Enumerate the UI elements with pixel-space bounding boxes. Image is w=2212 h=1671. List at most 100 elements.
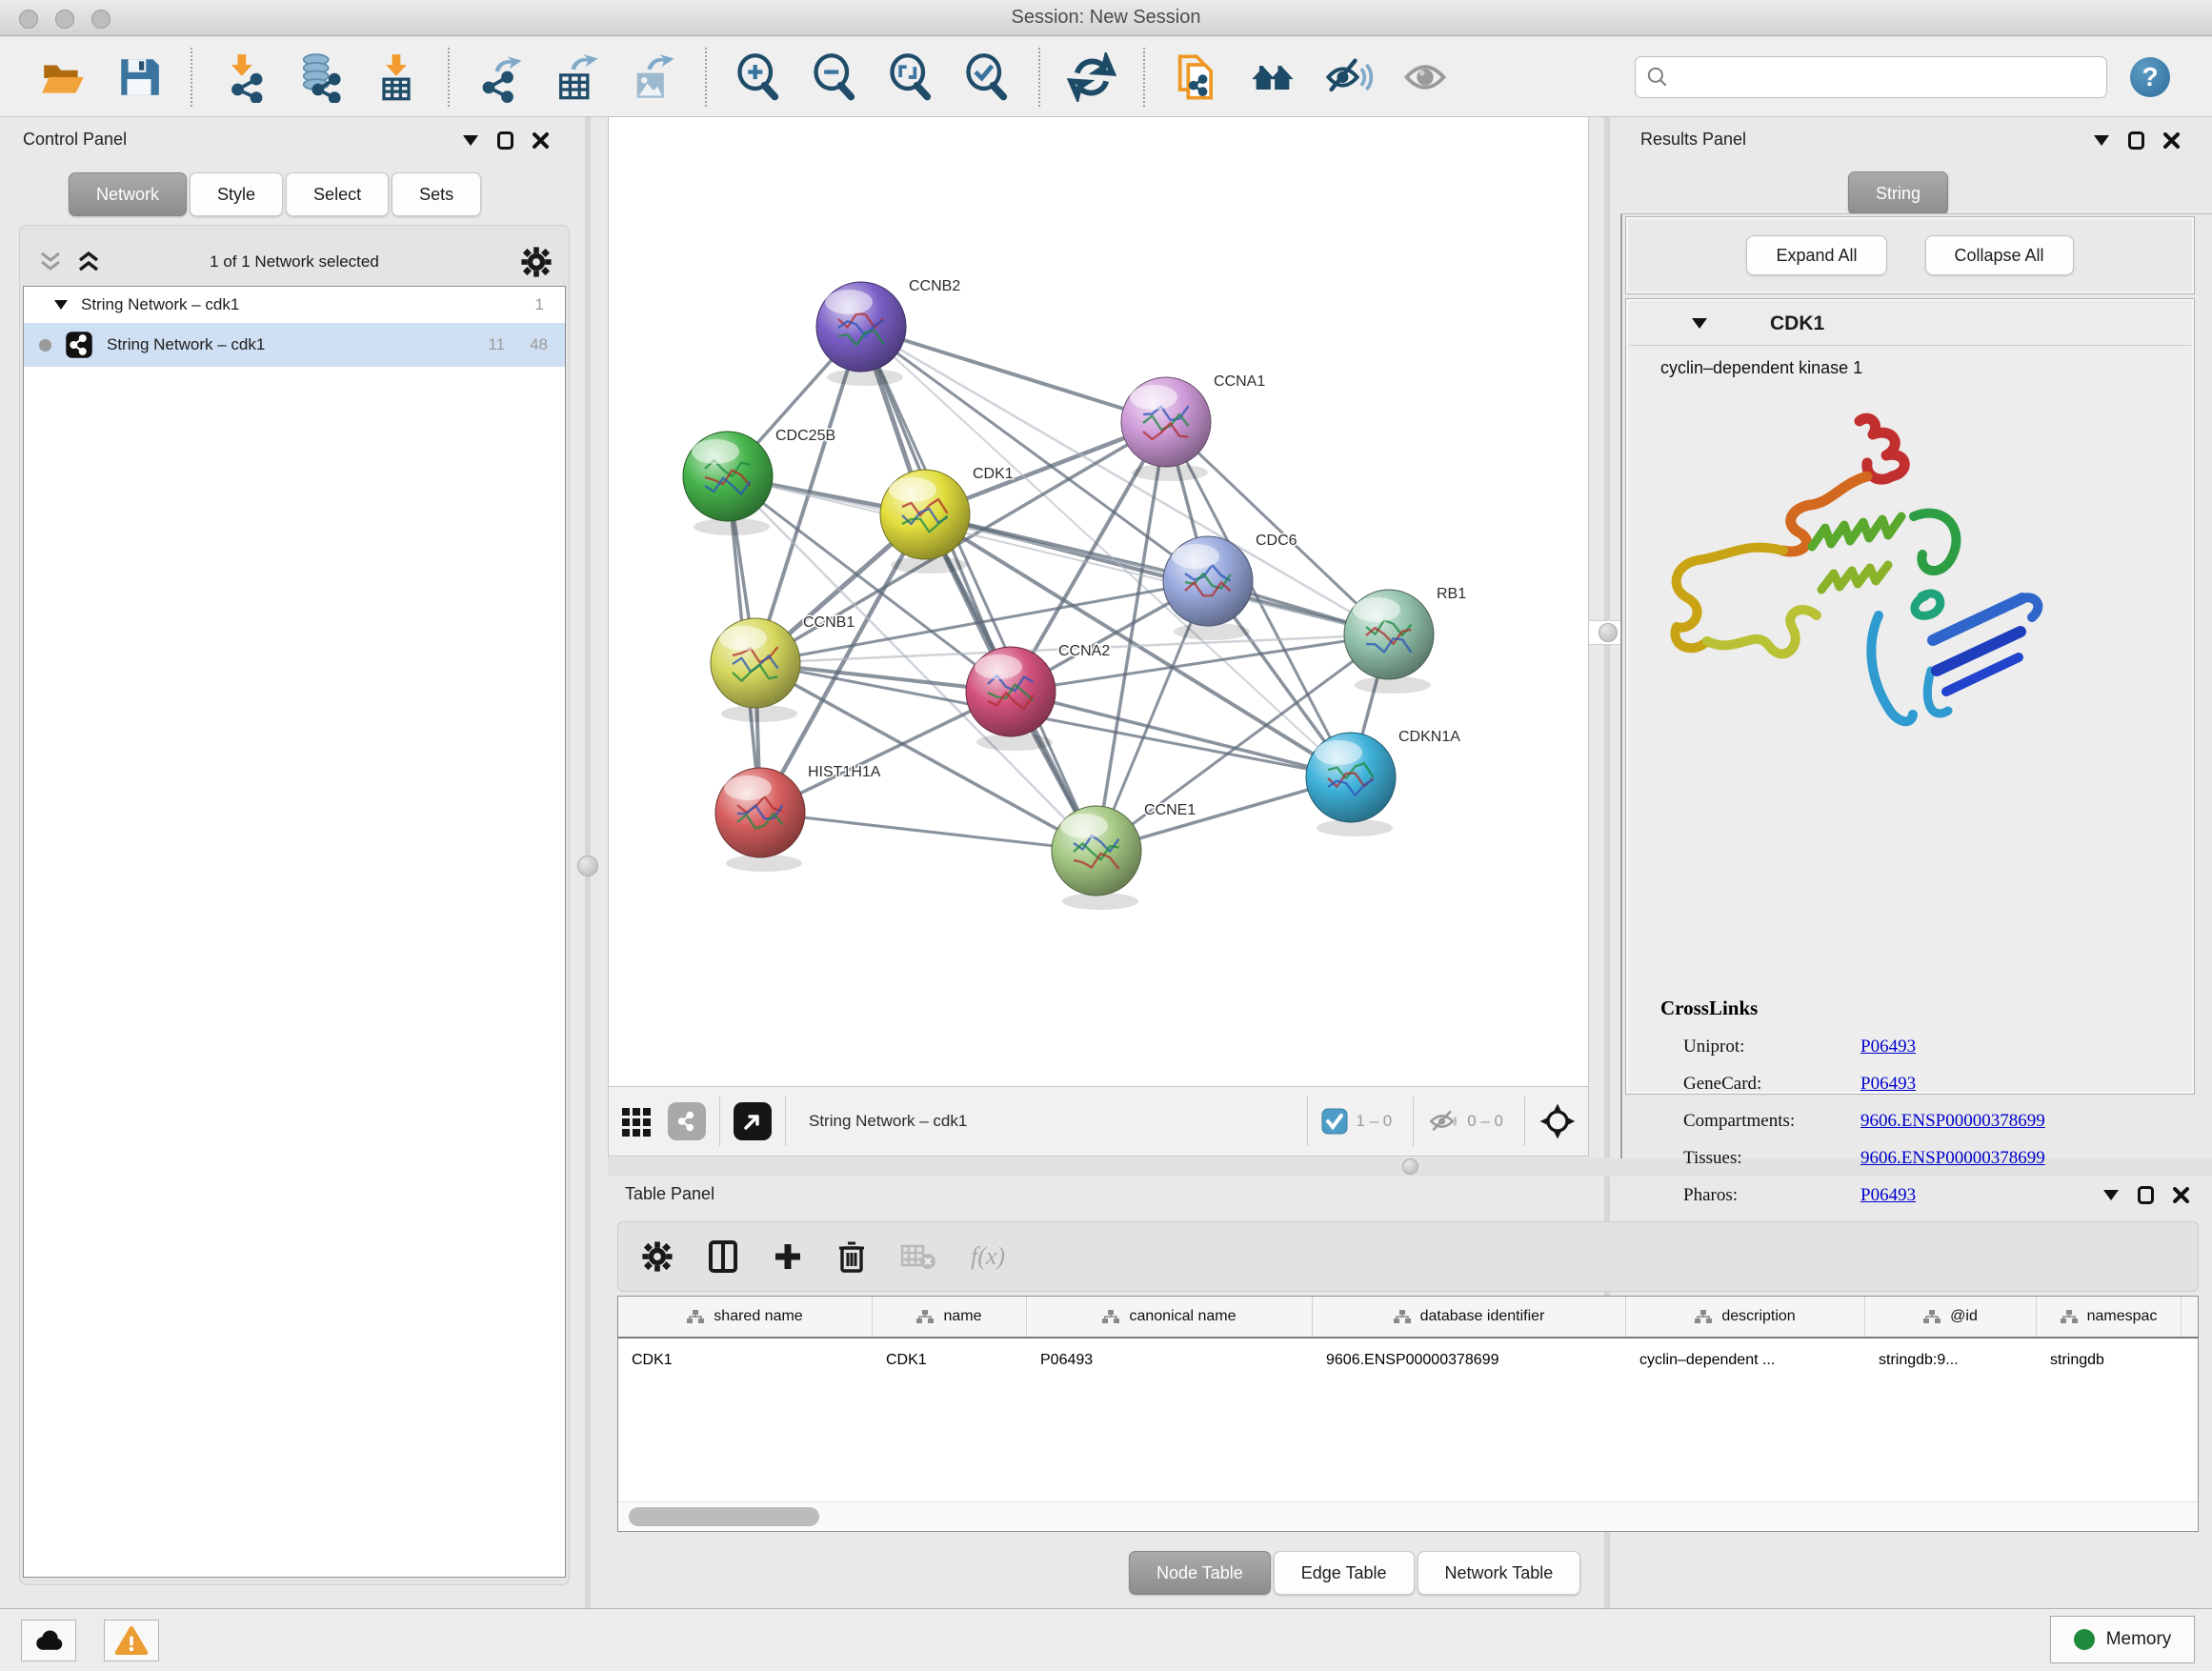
collapse-all-button[interactable]: Collapse All [1925,235,2074,275]
float-panel-icon[interactable] [497,131,513,150]
selected-checkbox-icon[interactable] [1321,1108,1348,1135]
float-panel-icon[interactable] [2128,131,2144,150]
tab-edge-table[interactable]: Edge Table [1274,1551,1415,1595]
column-header-shared-name[interactable]: shared name [618,1297,873,1337]
import-network-database-button[interactable] [295,50,345,104]
crosslinks-section: CrossLinks Uniprot:P06493GeneCard:P06493… [1660,997,2175,1206]
table-horizontal-scrollbar[interactable] [619,1501,2197,1530]
crosslink-link[interactable]: 9606.ENSP00000378699 [1860,1148,2045,1169]
gear-icon[interactable] [520,246,553,278]
string-documents-button[interactable] [1172,50,1221,104]
column-header--id[interactable]: @id [1865,1297,2037,1337]
close-panel-icon[interactable] [2173,1187,2189,1203]
export-network-button[interactable] [476,50,526,104]
crosslink-link[interactable]: P06493 [1860,1037,1916,1057]
results-entry-header[interactable]: CDK1 [1629,302,2191,346]
table-cell[interactable]: CDK1 [618,1339,873,1382]
table-cell[interactable]: CDK1 [873,1339,1027,1382]
table-row[interactable]: CDK1CDK1P064939606.ENSP00000378699cyclin… [618,1339,2198,1382]
zoom-out-button[interactable] [810,50,859,104]
zoom-selected-button[interactable] [962,50,1012,104]
tree-expander-icon[interactable] [54,300,68,310]
table-cell[interactable]: cyclin–dependent ... [1626,1339,1865,1382]
separator [785,1097,786,1146]
save-session-button[interactable] [114,50,164,104]
search-input[interactable] [1670,60,2097,94]
export-network-icon [476,51,526,103]
export-table-button[interactable] [553,50,602,104]
results-panel-tab-string[interactable]: String [1848,171,1951,215]
crosshair-icon[interactable] [1538,1102,1577,1140]
float-panel-icon[interactable] [2138,1186,2154,1204]
houses-button[interactable] [1248,50,1297,104]
tab-select[interactable]: Select [286,172,389,216]
close-panel-icon[interactable] [2163,132,2180,149]
table-panel-tabs: Node TableEdge TableNetwork Table [1129,1551,1583,1595]
add-column-icon[interactable] [773,1241,803,1272]
chevron-down-icon[interactable] [2094,135,2109,146]
table-cell[interactable]: 9606.ENSP00000378699 [1313,1339,1626,1382]
column-header-namespac[interactable]: namespac [2037,1297,2182,1337]
network-list-toolbar: 1 of 1 Network selected [23,240,566,284]
import-table-file-button[interactable] [372,50,421,104]
open-file-button[interactable] [38,50,88,104]
warnings-button[interactable] [104,1620,159,1661]
tab-node-table[interactable]: Node Table [1129,1551,1271,1595]
horizontal-splitter-handle[interactable] [1402,1158,1418,1175]
zoom-in-button[interactable] [734,50,783,104]
hide-elements-button[interactable] [1324,50,1374,104]
table-cell[interactable]: stringdb [2037,1339,2182,1382]
node-table[interactable]: shared namenamecanonical namedatabase id… [617,1296,2199,1532]
delete-column-icon[interactable] [837,1239,866,1274]
help-button[interactable]: ? [2130,57,2170,97]
tab-network-table[interactable]: Network Table [1418,1551,1581,1595]
chevron-down-icon[interactable] [2103,1190,2119,1200]
column-type-icon [1695,1309,1712,1324]
import-table-file-icon [372,51,421,103]
show-columns-icon[interactable] [708,1239,738,1274]
control-panel-title: Control Panel [23,130,127,150]
node-count: 11 [488,335,505,354]
tab-sets[interactable]: Sets [392,172,481,216]
crosslink-link[interactable]: 9606.ENSP00000378699 [1860,1111,2045,1132]
refresh-view-button[interactable] [1067,50,1116,104]
chevron-down-icon[interactable] [463,135,478,146]
import-network-file-button[interactable] [219,50,269,104]
grid-view-icon[interactable] [620,1104,654,1138]
memory-button[interactable]: Memory [2050,1616,2195,1663]
close-panel-icon[interactable] [533,132,549,149]
network-row-selected[interactable]: String Network – cdk1 11 48 [24,323,565,367]
crosslink-row: GeneCard:P06493 [1660,1074,2175,1095]
table-body: CDK1CDK1P064939606.ENSP00000378699cyclin… [618,1339,2198,1382]
network-collection-row[interactable]: String Network – cdk1 1 [24,287,565,323]
left-splitter-handle[interactable] [577,856,598,876]
status-bar: Memory [0,1608,2212,1671]
tab-style[interactable]: Style [190,172,283,216]
scrollbar-thumb[interactable] [629,1507,819,1526]
tab-network[interactable]: Network [69,172,187,216]
column-header-database-identifier[interactable]: database identifier [1313,1297,1626,1337]
expand-all-button[interactable]: Expand All [1746,235,1886,275]
show-elements-button[interactable] [1400,50,1450,104]
birdseye-view-badge[interactable] [734,1102,772,1140]
export-image-button[interactable] [629,50,678,104]
column-header-name[interactable]: name [873,1297,1027,1337]
string-network-graph[interactable]: CCNB2CCNA1CDC25BCDK1CDC6RB1CCNB1CCNA2CDK… [609,117,1590,1086]
entry-expander-icon[interactable] [1692,318,1707,329]
table-cell[interactable]: stringdb:9... [1865,1339,2037,1382]
import-network-database-icon [295,51,345,103]
table-cell[interactable]: P06493 [1027,1339,1313,1382]
crosslink-label: GeneCard: [1660,1074,1860,1095]
column-header-description[interactable]: description [1626,1297,1865,1337]
cloud-button[interactable] [21,1620,76,1661]
graph-node-label-CDK1: CDK1 [973,466,1014,482]
zoom-fit-button[interactable] [886,50,935,104]
network-canvas[interactable]: CCNB2CCNA1CDC25BCDK1CDC6RB1CCNB1CCNA2CDK… [608,117,1589,1086]
column-header-canonical-name[interactable]: canonical name [1027,1297,1313,1337]
crosslink-link[interactable]: P06493 [1860,1185,1916,1206]
hidden-eye-slash-icon[interactable] [1427,1107,1459,1136]
crosslink-link[interactable]: P06493 [1860,1074,1916,1095]
results-expand-collapse-box: Expand All Collapse All [1625,216,2195,294]
table-settings-gear-icon[interactable] [641,1240,674,1273]
network-share-badge[interactable] [668,1102,706,1140]
